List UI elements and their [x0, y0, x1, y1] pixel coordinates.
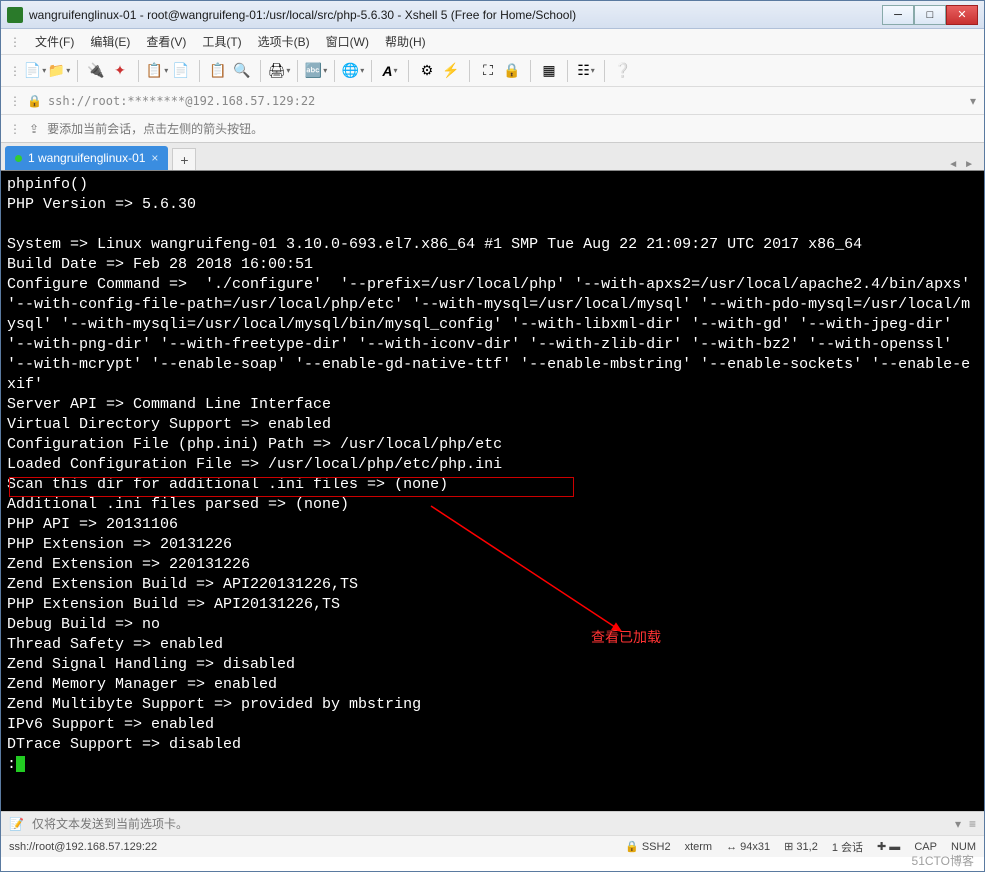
separator [567, 60, 568, 82]
cursor [16, 756, 25, 772]
fullscreen-button[interactable]: ⛶ [478, 61, 498, 81]
status-connection: ssh://root@192.168.57.129:22 [9, 841, 157, 853]
paste-button[interactable]: 📋 [208, 61, 228, 81]
menu-file[interactable]: 文件(F) [29, 31, 80, 52]
status-pos: ⊞ 31,2 [784, 840, 818, 853]
status-num: NUM [951, 841, 976, 853]
menu-bar: ⋮ 文件(F) 编辑(E) 查看(V) 工具(T) 选项卡(B) 窗口(W) 帮… [1, 29, 984, 55]
open-button[interactable]: 📁▾ [49, 61, 69, 81]
disconnect-button[interactable]: ✦ [110, 61, 130, 81]
layout-button[interactable]: ☷▾ [576, 61, 596, 81]
chevron-down-icon[interactable]: ▾ [955, 817, 961, 831]
grip-icon: ⋮ [9, 35, 21, 49]
toolbar: ⋮ 📄▾ 📁▾ 🔌 ✦ 📋▾ 📄 📋 🔍 🖨▾ 🔤▾ 🌐▾ A▾ ⚙ ⚡ ⛶ 🔒… [1, 55, 984, 87]
tab-bar: 1 wangruifenglinux-01 × + ◄ ► [1, 143, 984, 171]
copy-button[interactable]: 📄 [171, 61, 191, 81]
transparency-button[interactable]: ▦ [539, 61, 559, 81]
separator [604, 60, 605, 82]
reconnect-button[interactable]: 🔌 [86, 61, 106, 81]
font-button[interactable]: 🔤▾ [306, 61, 326, 81]
grip-icon: ⋮ [9, 64, 21, 78]
compose-placeholder[interactable]: 仅将文本发送到当前选项卡。 [32, 815, 188, 832]
menu-icon[interactable]: ≡ [969, 817, 976, 831]
separator [297, 60, 298, 82]
close-button[interactable]: ✕ [946, 5, 978, 25]
script-button[interactable]: ⚙ [417, 61, 437, 81]
new-session-button[interactable]: 📄▾ [25, 61, 45, 81]
status-dot-icon [15, 155, 22, 162]
status-bar: ssh://root@192.168.57.129:22 🔒 SSH2 xter… [1, 835, 984, 857]
tab-label: 1 wangruifenglinux-01 [28, 151, 145, 165]
info-text: 要添加当前会话，点击左侧的箭头按钮。 [47, 120, 263, 137]
status-term: xterm [685, 841, 713, 853]
send-icon[interactable]: 📝 [9, 817, 24, 831]
separator [408, 60, 409, 82]
terminal-output: phpinfo() PHP Version => 5.6.30 System =… [7, 175, 978, 775]
menu-tools[interactable]: 工具(T) [196, 31, 247, 52]
maximize-button[interactable]: □ [914, 5, 946, 25]
separator [77, 60, 78, 82]
menu-view[interactable]: 查看(V) [140, 31, 192, 52]
info-bar: ⋮ ⇪ 要添加当前会话，点击左侧的箭头按钮。 [1, 115, 984, 143]
arrow-icon[interactable]: ⇪ [29, 122, 39, 136]
window-titlebar: wangruifenglinux-01 - root@wangruifeng-0… [1, 1, 984, 29]
status-sessions: 1 会话 [832, 839, 863, 855]
chevron-down-icon[interactable]: ▾ [970, 94, 976, 108]
separator [530, 60, 531, 82]
compose-bar: 📝 仅将文本发送到当前选项卡。 ▾ ≡ [1, 811, 984, 835]
menu-window[interactable]: 窗口(W) [320, 31, 375, 52]
window-title: wangruifenglinux-01 - root@wangruifeng-0… [29, 8, 882, 22]
print-button[interactable]: 🖨▾ [269, 61, 289, 81]
menu-tabs[interactable]: 选项卡(B) [252, 31, 316, 52]
separator [138, 60, 139, 82]
session-tab[interactable]: 1 wangruifenglinux-01 × [5, 146, 168, 170]
separator [260, 60, 261, 82]
grip-icon: ⋮ [9, 94, 21, 108]
separator [469, 60, 470, 82]
status-proto: 🔒 SSH2 [625, 840, 671, 853]
terminal[interactable]: phpinfo() PHP Version => 5.6.30 System =… [1, 171, 984, 811]
grip-icon: ⋮ [9, 122, 21, 136]
close-tab-icon[interactable]: × [151, 151, 158, 165]
highlight-button[interactable]: A▾ [380, 61, 400, 81]
find-button[interactable]: 🔍 [232, 61, 252, 81]
separator [199, 60, 200, 82]
add-tab-button[interactable]: + [172, 148, 196, 170]
separator [334, 60, 335, 82]
quick-command-button[interactable]: ⚡ [441, 61, 461, 81]
lock-button[interactable]: 🔒 [502, 61, 522, 81]
lock-icon: 🔒 [27, 94, 42, 108]
app-icon [7, 7, 23, 23]
status-size: ↔ 94x31 [726, 841, 770, 853]
status-caps: CAP [914, 841, 937, 853]
address-input[interactable]: ssh://root:********@192.168.57.129:22 [48, 94, 964, 108]
tab-next-icon[interactable]: ► [964, 159, 974, 170]
status-links: ✚ ▬ [877, 840, 900, 853]
watermark: 51CTO博客 [912, 852, 974, 869]
tab-prev-icon[interactable]: ◄ [948, 159, 958, 170]
minimize-button[interactable]: ─ [882, 5, 914, 25]
menu-edit[interactable]: 编辑(E) [84, 31, 136, 52]
tab-nav: ◄ ► [942, 159, 980, 170]
properties-button[interactable]: 📋▾ [147, 61, 167, 81]
menu-help[interactable]: 帮助(H) [379, 31, 432, 52]
help-button[interactable]: ❔ [613, 61, 633, 81]
separator [371, 60, 372, 82]
address-bar: ⋮ 🔒 ssh://root:********@192.168.57.129:2… [1, 87, 984, 115]
color-scheme-button[interactable]: 🌐▾ [343, 61, 363, 81]
